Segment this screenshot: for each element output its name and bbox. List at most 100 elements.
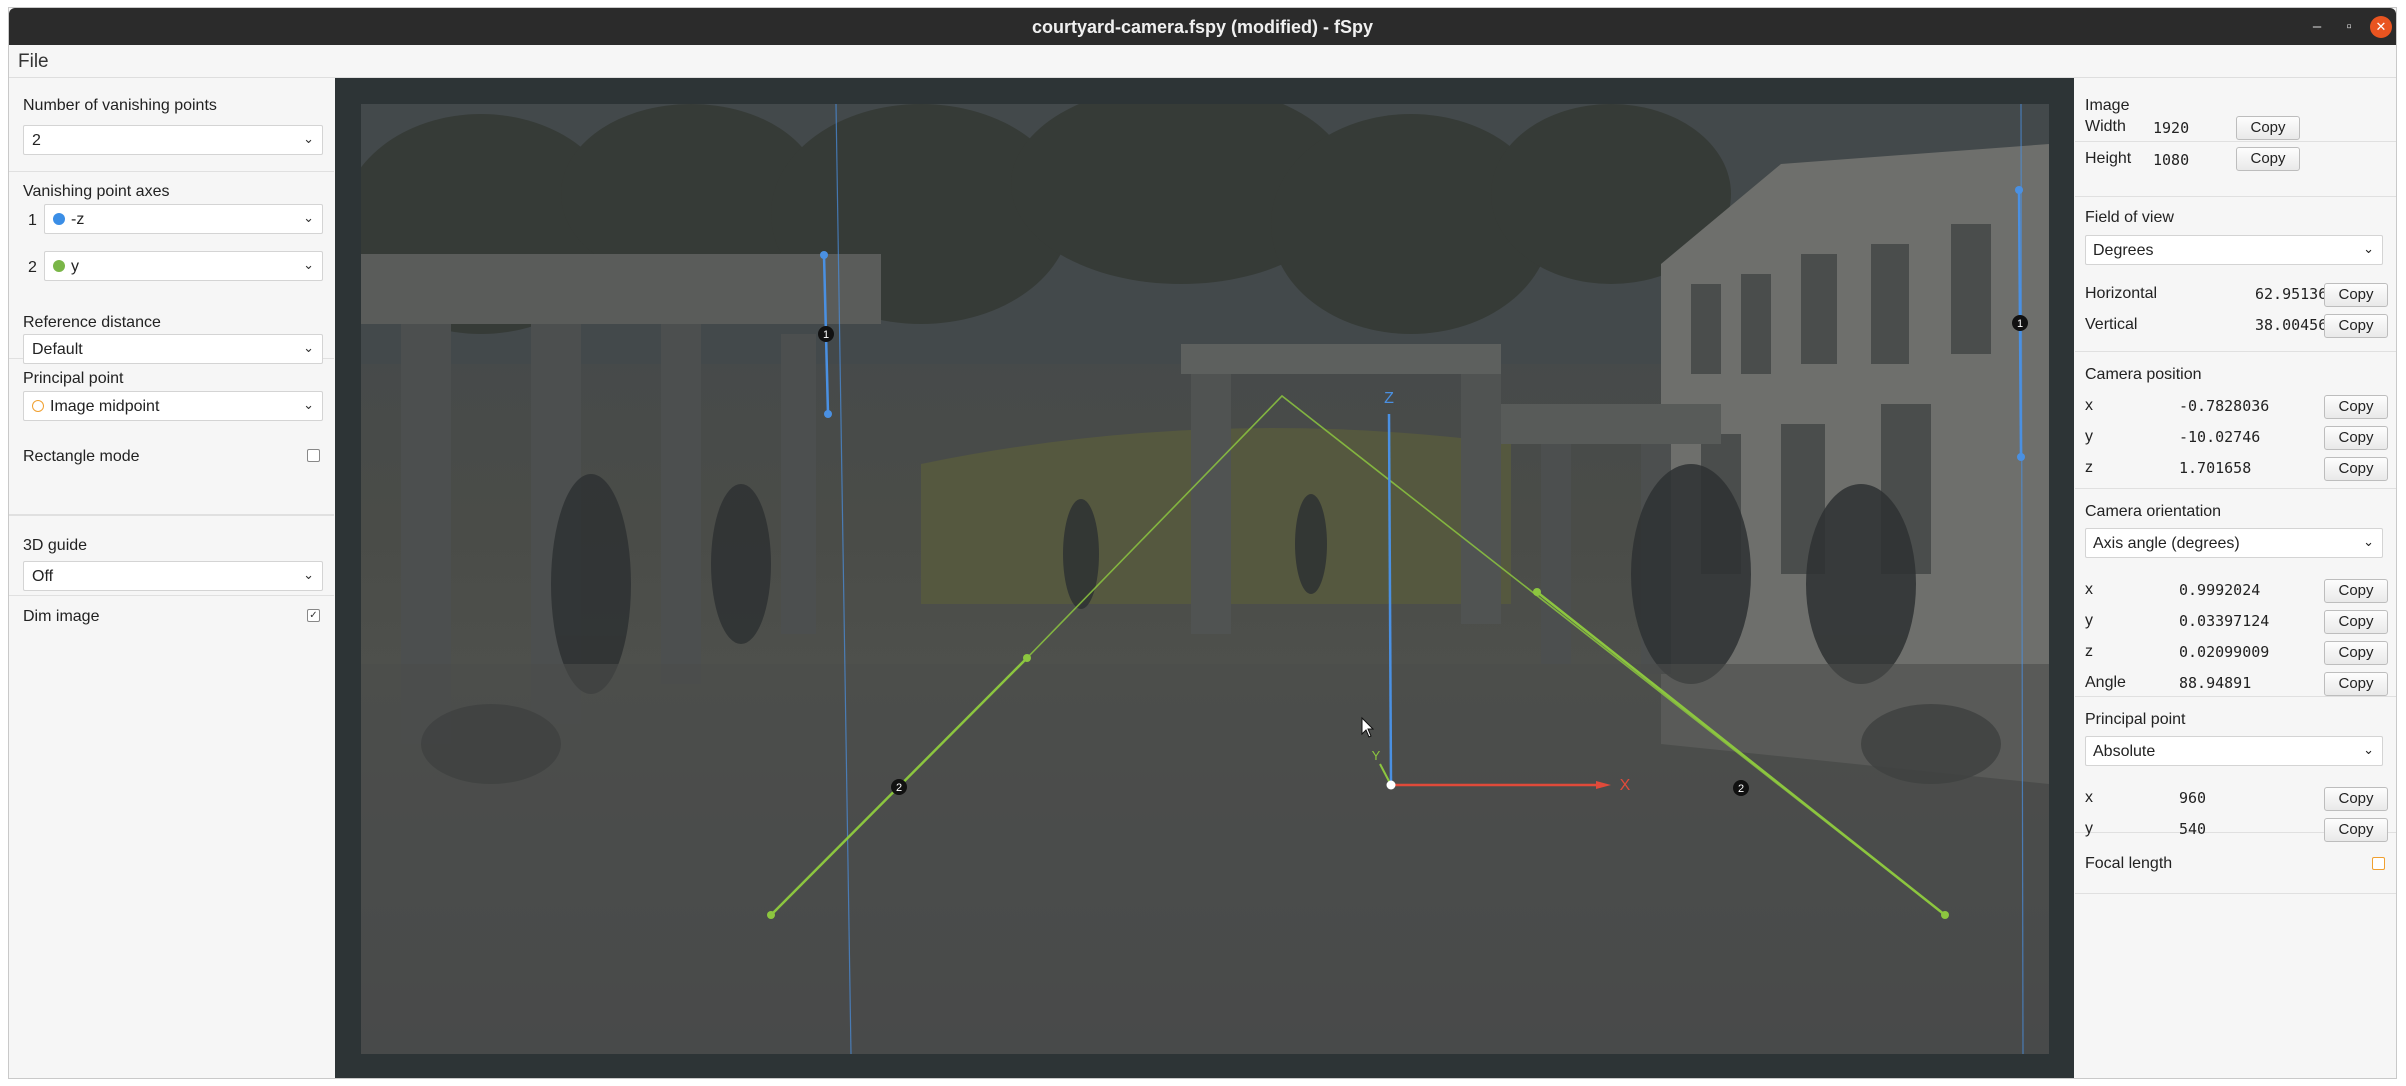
mouse-cursor-icon [1361,716,1375,738]
or-y-label: y [2085,612,2093,629]
origin-handle[interactable] [1386,780,1396,790]
axis-z-label: Z [1384,390,1394,407]
app-window: courtyard-camera.fspy (modified) - fSpy … [9,8,2396,1078]
x-axis-arrow [1596,781,1611,789]
width-label: Width [2085,118,2126,135]
chevron-down-icon: ⌄ [303,567,314,582]
maximize-button[interactable]: ▫ [2338,16,2360,38]
pp-x-label: x [2085,789,2093,806]
principal-point-section: Principal point Image midpoint ⌄ Rectang… [9,359,334,515]
orientation-mode-value: Axis angle (degrees) [2093,535,2240,552]
image-viewport[interactable]: 1 1 2 2 Z X Y [335,78,2074,1078]
axis-2-select[interactable]: y ⌄ [44,251,323,281]
reference-photo[interactable]: 1 1 2 2 Z X Y [361,104,2049,1054]
vp2-handle[interactable] [1023,654,1031,662]
height-row: Height 1080 Copy [2075,142,2396,197]
svg-text:2: 2 [896,782,902,794]
close-button[interactable]: ✕ [2370,16,2392,38]
control-overlay: 1 1 2 2 Z X Y [767,104,2028,1054]
num-vp-section: Number of vanishing points 2 ⌄ [9,78,334,172]
or-y-value: 0.03397124 [2179,612,2270,630]
copy-pp-x-button[interactable]: Copy [2324,787,2388,811]
camera-orientation-section: Camera orientation Axis angle (degrees) … [2075,489,2396,697]
or-z-label: z [2085,643,2093,660]
rect-mode-checkbox[interactable] [307,449,320,462]
width-value: 1920 [2153,119,2190,137]
rect-mode-label: Rectangle mode [23,448,140,465]
vp-axes-label: Vanishing point axes [23,183,170,200]
num-vp-label: Number of vanishing points [23,97,217,114]
vp1-handle[interactable] [820,251,828,259]
principal-point-result-section: Principal point Absolute ⌄ x 960 Copy y … [2075,697,2396,842]
vp1-handle[interactable] [2017,453,2025,461]
or-z-value: 0.02099009 [2179,643,2270,661]
pp-mode-select[interactable]: Absolute ⌄ [2085,736,2383,766]
vp2-label-a: 2 [891,779,907,795]
principal-point-label: Principal point [23,370,124,387]
axis-x-label: X [1620,777,1631,794]
guide-select[interactable]: Off ⌄ [23,561,323,591]
vp2-label-b: 2 [1733,780,1749,796]
copy-pos-x-button[interactable]: Copy [2324,395,2388,419]
or-x-label: x [2085,581,2093,598]
menu-file[interactable]: File [18,51,49,73]
vp2-handle[interactable] [767,911,775,919]
blue-dot-icon [53,213,65,225]
copy-or-y-button[interactable]: Copy [2324,610,2388,634]
vp2-line-b[interactable] [1536,591,1946,916]
pp-header: Principal point [2085,711,2186,728]
right-results-panel: Image Width 1920 Copy Height 1080 Copy F… [2075,78,2396,1078]
menu-bar: File [9,45,2396,78]
copy-or-x-button[interactable]: Copy [2324,579,2388,603]
copy-angle-button[interactable]: Copy [2324,672,2388,696]
svg-text:2: 2 [1738,783,1744,795]
camera-position-header: Camera position [2085,366,2202,383]
copy-width-button[interactable]: Copy [2236,116,2300,140]
vertical-value: 38.00456 [2255,316,2328,334]
minimize-button[interactable]: – [2306,16,2328,38]
vp1-label-a: 1 [818,326,834,342]
principal-point-select[interactable]: Image midpoint ⌄ [23,391,323,421]
vp2-handle[interactable] [1941,911,1949,919]
copy-pos-z-button[interactable]: Copy [2324,457,2388,481]
copy-horizontal-button[interactable]: Copy [2324,283,2388,307]
circle-outline-icon [32,400,44,412]
vp1-handle[interactable] [824,410,832,418]
camera-orientation-header: Camera orientation [2085,503,2222,520]
copy-pos-y-button[interactable]: Copy [2324,426,2388,450]
fov-unit-select[interactable]: Degrees ⌄ [2085,235,2383,265]
chevron-down-icon: ⌄ [303,210,314,225]
chevron-down-icon: ⌄ [303,257,314,272]
window-title: courtyard-camera.fspy (modified) - fSpy [1031,17,1374,37]
z-axis [1387,413,1393,786]
focal-length-checkbox[interactable] [2372,857,2385,870]
orientation-mode-select[interactable]: Axis angle (degrees) ⌄ [2085,528,2383,558]
num-vp-select[interactable]: 2 ⌄ [23,125,323,155]
copy-or-z-button[interactable]: Copy [2324,641,2388,665]
green-dot-icon [53,260,65,272]
chevron-down-icon: ⌄ [2363,241,2374,256]
axis-1-select[interactable]: -z ⌄ [44,204,323,234]
pos-z-label: z [2085,459,2093,476]
num-vp-value: 2 [32,132,41,149]
fov-section: Field of view Degrees ⌄ Horizontal 62.95… [2075,197,2396,352]
chevron-down-icon: ⌄ [2363,534,2374,549]
chevron-down-icon: ⌄ [303,397,314,412]
guide-section: 3D guide Off ⌄ [9,515,334,596]
vp2-handle[interactable] [1533,588,1541,596]
copy-vertical-button[interactable]: Copy [2324,314,2388,338]
angle-label: Angle [2085,674,2126,691]
chevron-down-icon: ⌄ [303,131,314,146]
pos-y-value: -10.02746 [2179,428,2261,446]
image-section: Image Width 1920 Copy [2075,78,2396,142]
axis-1-index: 1 [28,212,37,229]
copy-height-button[interactable]: Copy [2236,147,2300,171]
vp1-handle[interactable] [2015,186,2023,194]
dim-image-checkbox[interactable]: ✓ [307,609,320,622]
horizontal-label: Horizontal [2085,285,2158,302]
focal-length-label: Focal length [2085,855,2173,872]
focal-length-section: Focal length [2075,833,2396,894]
image-header: Image [2085,97,2130,114]
principal-point-value: Image midpoint [50,398,160,415]
axis-2-index: 2 [28,259,37,276]
